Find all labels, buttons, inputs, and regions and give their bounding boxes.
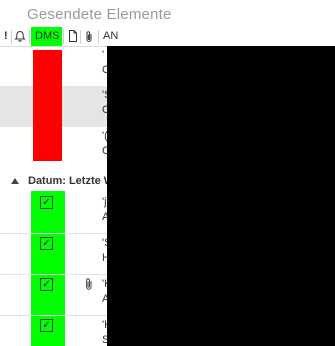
- folder-title: Gesendete Elemente: [27, 6, 172, 23]
- collapse-triangle-icon[interactable]: [11, 178, 19, 184]
- dms-checkbox[interactable]: ✓: [40, 196, 53, 209]
- column-header-bar: ! DMS AN: [0, 27, 335, 47]
- dms-checkbox[interactable]: ✓: [40, 278, 53, 291]
- importance-column-header[interactable]: !: [4, 27, 8, 46]
- group-label: Datum: Letzte W: [28, 175, 115, 187]
- document-icon[interactable]: [68, 27, 78, 46]
- dms-checkbox[interactable]: ✓: [40, 237, 53, 250]
- list-item-line1: 'j: [102, 196, 107, 208]
- red-dms-block: [33, 50, 62, 161]
- bell-icon[interactable]: [14, 27, 26, 46]
- paperclip-icon[interactable]: [84, 27, 94, 46]
- list-item-line1: ': [102, 49, 105, 61]
- redaction-block: [107, 46, 335, 346]
- dms-column-header[interactable]: DMS: [35, 27, 59, 46]
- from-column-header[interactable]: AN: [103, 27, 118, 46]
- dms-checkbox[interactable]: ✓: [40, 319, 53, 332]
- paperclip-icon: [84, 277, 94, 291]
